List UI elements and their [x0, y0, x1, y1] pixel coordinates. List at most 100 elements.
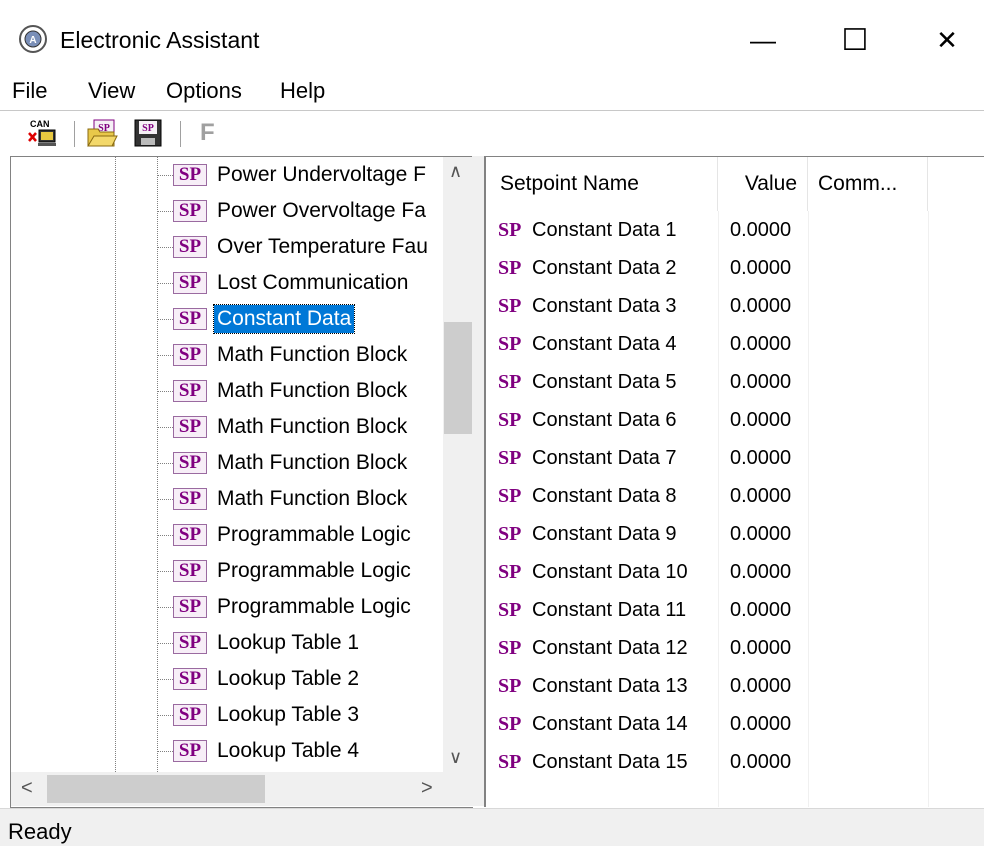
- setpoint-icon: SP: [173, 668, 207, 690]
- menu-file[interactable]: File: [12, 78, 47, 104]
- close-icon: ✕: [936, 24, 958, 55]
- tree-item[interactable]: SP Lookup Table 2: [11, 661, 441, 697]
- tree-item[interactable]: SP Lost Communication: [11, 265, 441, 301]
- setpoint-name-cell: Constant Data 7: [532, 447, 677, 469]
- tree-item[interactable]: SP Lookup Table 4: [11, 733, 441, 769]
- setpoint-icon: SP: [173, 524, 207, 546]
- setpoint-list[interactable]: Setpoint Name Value Comm... SP Constant D…: [484, 156, 984, 807]
- tree-item-label: Over Temperature Fau: [217, 235, 428, 258]
- status-text: Ready: [8, 819, 72, 844]
- tree-item[interactable]: SP Math Function Block: [11, 409, 441, 445]
- column-header-value[interactable]: Value: [718, 157, 808, 211]
- svg-text:SP: SP: [142, 123, 154, 134]
- table-row[interactable]: SP Constant Data 6 0.0000: [486, 401, 984, 439]
- tree-vertical-scroll-thumb[interactable]: [444, 322, 472, 434]
- tree-item[interactable]: SP Programmable Logic: [11, 589, 441, 625]
- table-row[interactable]: SP Constant Data 11 0.0000: [486, 591, 984, 629]
- toolbar: CAN SP SP F: [0, 110, 984, 157]
- setpoint-icon: SP: [498, 257, 522, 279]
- toolbar-separator: [74, 121, 75, 147]
- table-row[interactable]: SP Constant Data 7 0.0000: [486, 439, 984, 477]
- table-row[interactable]: SP Constant Data 2 0.0000: [486, 249, 984, 287]
- menu-view[interactable]: View: [88, 78, 135, 104]
- table-row[interactable]: SP Constant Data 5 0.0000: [486, 363, 984, 401]
- setpoint-icon: SP: [173, 200, 207, 222]
- setpoint-icon: SP: [498, 523, 522, 545]
- tree-branch-line: [157, 715, 173, 716]
- tree-item[interactable]: SP Power Undervoltage F: [11, 157, 441, 193]
- table-row[interactable]: SP Constant Data 12 0.0000: [486, 629, 984, 667]
- tree-item[interactable]: SP Math Function Block: [11, 481, 441, 517]
- setpoint-icon: SP: [173, 272, 207, 294]
- tree-item[interactable]: SP Power Overvoltage Fa: [11, 193, 441, 229]
- column-header-setpoint-name[interactable]: Setpoint Name: [486, 157, 718, 211]
- table-row[interactable]: SP Constant Data 9 0.0000: [486, 515, 984, 553]
- setpoint-icon: SP: [173, 380, 207, 402]
- menu-help[interactable]: Help: [280, 78, 325, 104]
- table-row[interactable]: SP Constant Data 4 0.0000: [486, 325, 984, 363]
- setpoint-icon: SP: [498, 637, 522, 659]
- setpoint-icon: SP: [173, 344, 207, 366]
- pane-splitter[interactable]: [472, 156, 484, 806]
- scroll-right-icon[interactable]: >: [421, 777, 433, 800]
- title-bar: A Electronic Assistant — ☐ ✕: [0, 0, 984, 80]
- tree-item-label: Lost Communication: [217, 271, 409, 294]
- tree-branch-line: [157, 211, 173, 212]
- setpoint-value-cell: 0.0000: [730, 599, 792, 621]
- tree-item-label: Programmable Logic: [217, 595, 411, 618]
- tree-branch-line: [157, 175, 173, 176]
- tree-item[interactable]: SP Math Function Block: [11, 373, 441, 409]
- setpoint-icon: SP: [498, 713, 522, 735]
- setpoint-icon: SP: [173, 560, 207, 582]
- table-row[interactable]: SP Constant Data 13 0.0000: [486, 667, 984, 705]
- setpoint-name-cell: Constant Data 14: [532, 713, 688, 735]
- flash-button[interactable]: F: [192, 117, 224, 149]
- sp-save-button[interactable]: SP: [132, 117, 164, 149]
- tree-item[interactable]: SP Programmable Logic: [11, 553, 441, 589]
- table-row[interactable]: SP Constant Data 15 0.0000: [486, 743, 984, 781]
- scroll-left-icon[interactable]: <: [21, 777, 33, 800]
- table-row[interactable]: SP Constant Data 10 0.0000: [486, 553, 984, 591]
- setpoint-icon: SP: [173, 488, 207, 510]
- menu-options[interactable]: Options: [166, 78, 242, 104]
- setpoint-value-cell: 0.0000: [730, 257, 792, 279]
- can-connect-button[interactable]: CAN: [26, 117, 58, 149]
- setpoint-icon: SP: [173, 236, 207, 258]
- table-row[interactable]: SP Constant Data 3 0.0000: [486, 287, 984, 325]
- minimize-button[interactable]: —: [718, 10, 808, 70]
- close-button[interactable]: ✕: [902, 10, 984, 70]
- tree-item-label: Math Function Block: [217, 379, 408, 402]
- setpoint-name-cell: Constant Data 3: [532, 295, 677, 317]
- setpoint-name-cell: Constant Data 12: [532, 637, 688, 659]
- svg-text:A: A: [29, 35, 36, 46]
- sp-open-icon: SP: [87, 119, 118, 147]
- tree-vertical-scrollbar[interactable]: [443, 157, 473, 772]
- tree-item[interactable]: SP Math Function Block: [11, 337, 441, 373]
- table-row[interactable]: SP Constant Data 8 0.0000: [486, 477, 984, 515]
- setpoint-tree[interactable]: SP Power Undervoltage F SP Power Overvoltag…: [10, 156, 473, 808]
- column-header-comment[interactable]: Comm...: [808, 157, 928, 211]
- tree-branch-line: [157, 427, 173, 428]
- tree-item[interactable]: SP Programmable Logic: [11, 517, 441, 553]
- setpoint-name-cell: Constant Data 8: [532, 485, 677, 507]
- table-row[interactable]: SP Constant Data 1 0.0000: [486, 211, 984, 249]
- tree-item[interactable]: SP Over Temperature Fau: [11, 229, 441, 265]
- tree-item-label: Lookup Table 4: [217, 739, 360, 762]
- tree-item[interactable]: SP Math Function Block: [11, 445, 441, 481]
- sp-open-button[interactable]: SP: [86, 117, 118, 149]
- status-bar: Ready: [0, 808, 984, 846]
- tree-item-label: Math Function Block: [217, 487, 408, 510]
- tree-item[interactable]: SP Constant Data: [11, 301, 441, 337]
- setpoint-icon: SP: [173, 596, 207, 618]
- tree-item[interactable]: SP Lookup Table 3: [11, 697, 441, 733]
- maximize-button[interactable]: ☐: [810, 10, 900, 70]
- setpoint-name-cell: Constant Data 2: [532, 257, 677, 279]
- flash-icon: F: [200, 119, 215, 146]
- table-row[interactable]: SP Constant Data 14 0.0000: [486, 705, 984, 743]
- setpoint-value-cell: 0.0000: [730, 447, 792, 469]
- tree-item-label: Math Function Block: [217, 415, 408, 438]
- scroll-down-icon[interactable]: ∨: [449, 747, 462, 768]
- scroll-up-icon[interactable]: ∧: [449, 161, 462, 182]
- tree-item[interactable]: SP Lookup Table 1: [11, 625, 441, 661]
- tree-horizontal-scroll-thumb[interactable]: [47, 775, 265, 803]
